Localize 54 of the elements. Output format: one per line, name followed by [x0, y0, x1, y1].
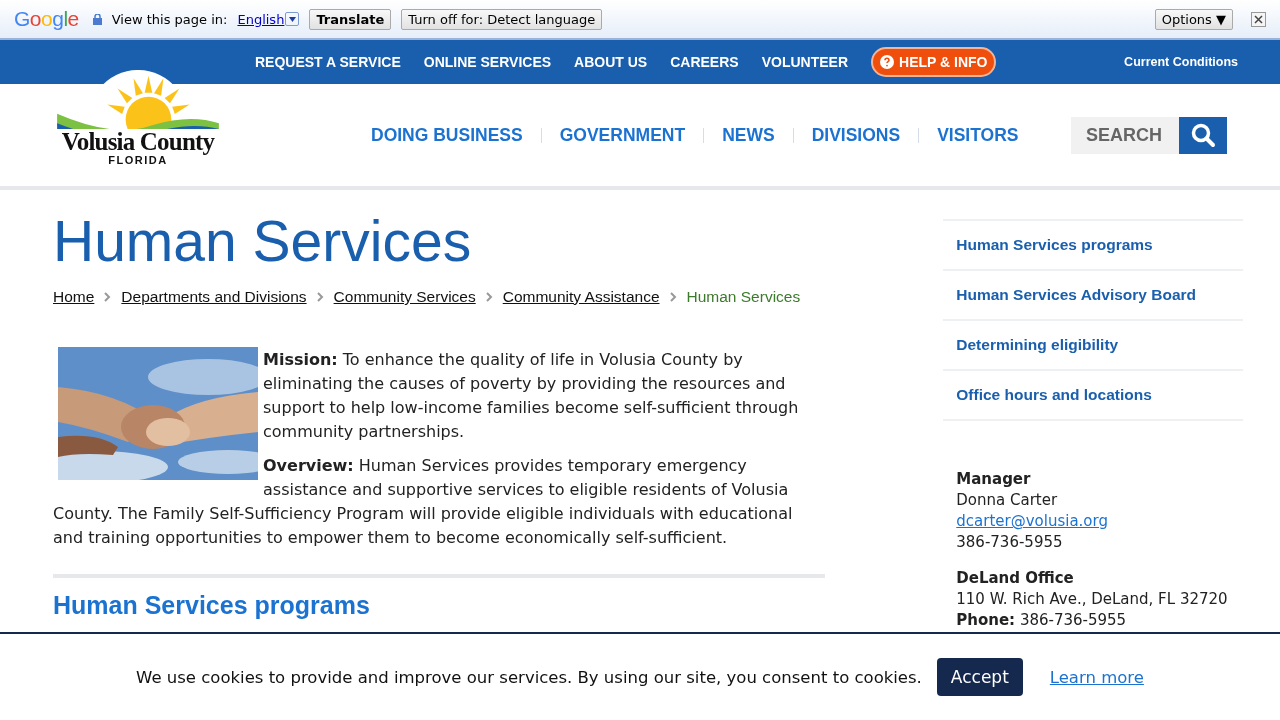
- chevron-icon: [669, 292, 677, 302]
- page-title: Human Services: [53, 208, 473, 274]
- breadcrumb-link[interactable]: Community Assistance: [502, 288, 660, 306]
- breadcrumb-link[interactable]: Human Services: [686, 288, 801, 306]
- sidebar-link[interactable]: Human Services Advisory Board: [943, 269, 1243, 319]
- question-icon: [880, 55, 894, 69]
- office-address: 110 W. Rich Ave., DeLand, FL 32720: [956, 589, 1229, 610]
- manager-name: Donna Carter: [956, 490, 1059, 511]
- office-phone: Phone: 386-736-5955: [956, 610, 1128, 631]
- accept-button[interactable]: Accept: [936, 658, 1023, 696]
- search-field[interactable]: SEARCH: [1071, 116, 1179, 154]
- dropdown-icon[interactable]: [285, 12, 300, 26]
- top-nav-link[interactable]: ABOUT US: [574, 54, 648, 70]
- main-nav-link[interactable]: DOING BUSINESS: [371, 124, 523, 146]
- search-button[interactable]: [1179, 116, 1227, 154]
- close-icon[interactable]: [1251, 11, 1266, 27]
- main-nav-link[interactable]: VISITORS: [937, 124, 1019, 146]
- current-conditions-link[interactable]: Current Conditions: [1124, 55, 1238, 69]
- paragraph: Mission: To enhance the quality of life in Volusia County by eliminating the causes of poverty by providing the resources and support to help low-income families become self-sufficient through community partnerships.: [263, 350, 799, 441]
- help-button[interactable]: HELP & INFO: [871, 47, 997, 77]
- google-logo: Google: [14, 7, 79, 31]
- lock-icon: [92, 13, 102, 25]
- section-heading: Human Services programs: [53, 590, 371, 620]
- main-nav-link[interactable]: GOVERNMENT: [559, 124, 686, 146]
- sidebar-link[interactable]: Determining eligibility: [943, 319, 1243, 369]
- email-link[interactable]: dcarter@volusia.org: [956, 512, 1108, 530]
- paragraph: Overview: Human Services provides temporary emergency assistance and supportive services to eligible residents of Volusia County. The Family Self-Sufficiency Program will provide eligible individuals with educational and training opportunities to empower them to become economically self-sufficient.: [53, 456, 793, 547]
- phone-number: 386-736-5955: [956, 532, 1064, 553]
- sidebar-link[interactable]: Human Services programs: [943, 219, 1243, 269]
- top-nav-link[interactable]: VOLUNTEER: [761, 54, 848, 70]
- turn-off-button[interactable]: Turn off for: Detect language: [401, 8, 603, 30]
- search-icon: [1190, 122, 1216, 148]
- breadcrumb-link[interactable]: Departments and Divisions: [121, 288, 307, 306]
- chevron-icon: [316, 292, 324, 302]
- breadcrumb-link[interactable]: Home: [53, 288, 95, 306]
- cookie-message: We use cookies to provide and improve our services. By using our site, you consent to cookies.: [136, 667, 922, 687]
- translate-prompt: View this page in:: [111, 11, 228, 27]
- chevron-icon: [485, 292, 493, 302]
- county-logo[interactable]: Volusia County FLORIDA: [53, 70, 223, 178]
- top-nav-link[interactable]: REQUEST A SERVICE: [255, 54, 401, 70]
- main-nav-link[interactable]: NEWS: [722, 124, 775, 146]
- language-link[interactable]: English: [237, 11, 285, 27]
- logo-state: FLORIDA: [108, 154, 168, 166]
- top-nav-link[interactable]: CAREERS: [670, 54, 739, 70]
- chevron-icon: [104, 292, 112, 302]
- translate-button[interactable]: Translate: [309, 8, 392, 30]
- learn-more-link[interactable]: Learn more: [1049, 667, 1144, 687]
- sidebar-link[interactable]: Office hours and locations: [943, 369, 1243, 421]
- main-nav-link[interactable]: DIVISIONS: [811, 124, 901, 146]
- top-nav-link[interactable]: ONLINE SERVICES: [423, 54, 552, 70]
- options-button[interactable]: Options ▼: [1154, 8, 1233, 30]
- contact-heading: Manager: [956, 469, 1032, 490]
- breadcrumb-link[interactable]: Community Services: [333, 288, 476, 306]
- office-heading: DeLand Office: [956, 568, 1075, 589]
